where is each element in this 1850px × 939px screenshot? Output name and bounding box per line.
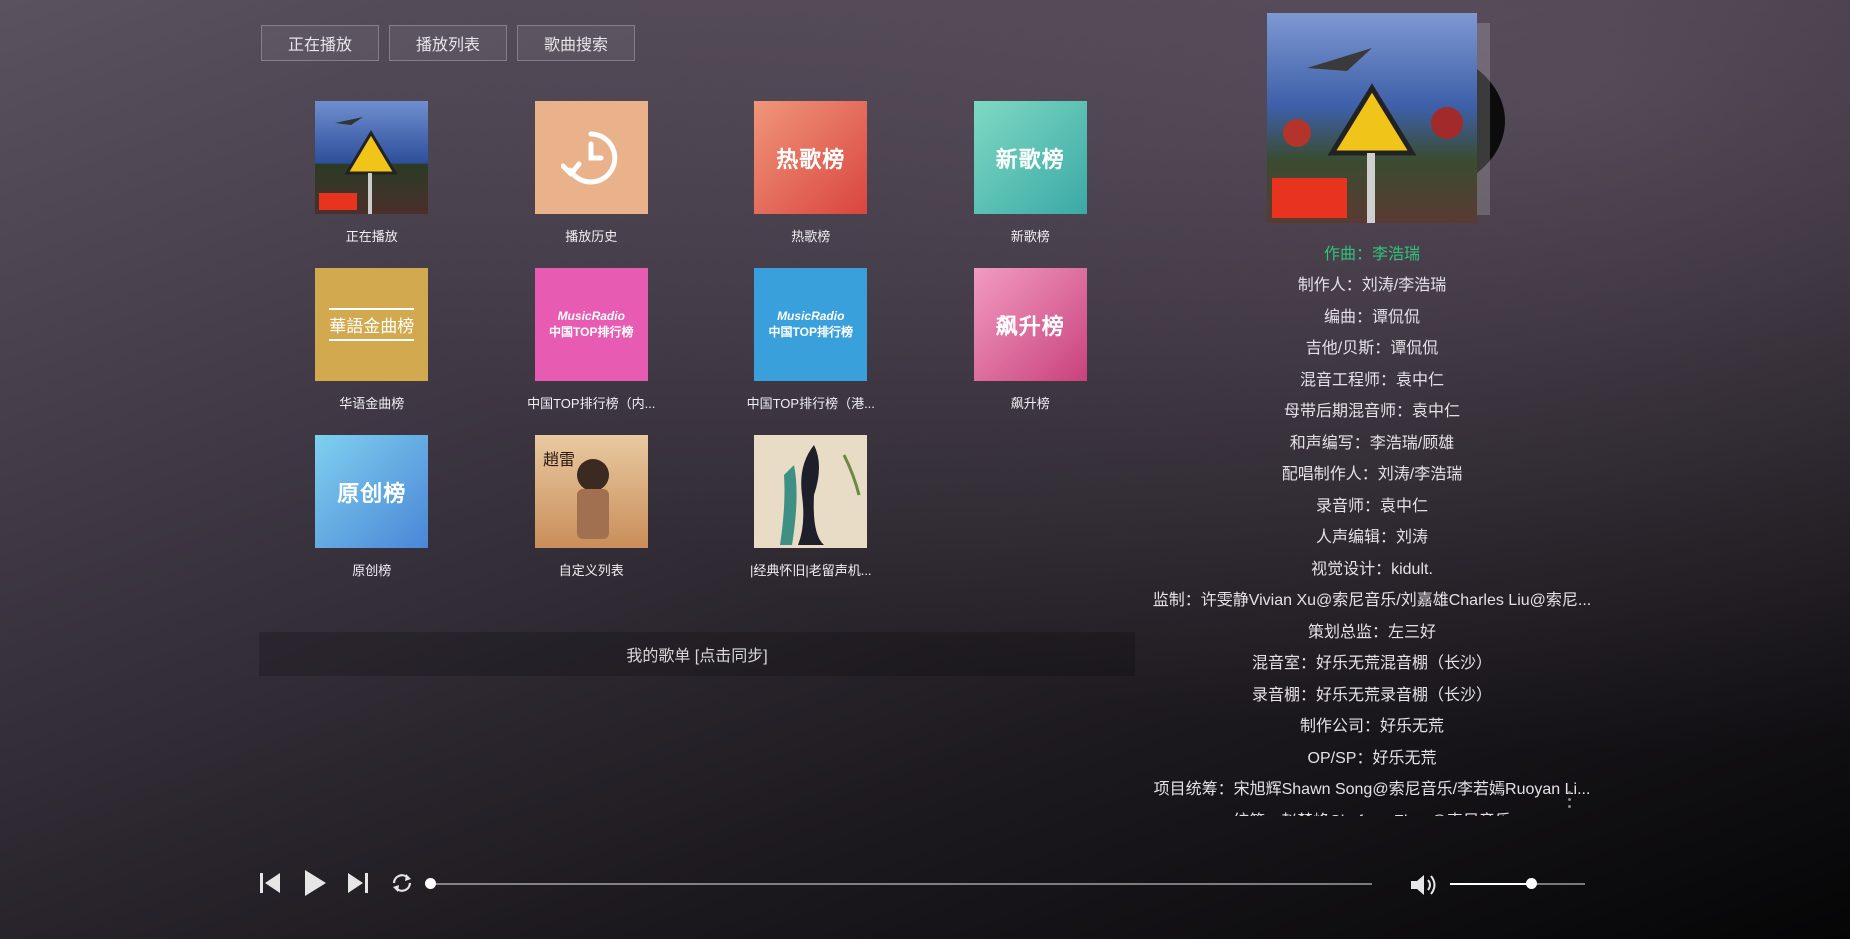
history-clock-icon <box>561 131 618 184</box>
playlist-card-chinese-golden[interactable]: 華語金曲榜 华语金曲榜 <box>262 268 482 411</box>
playlist-label: 热歌榜 <box>791 229 831 244</box>
playlist-card-china-top-mainland[interactable]: MusicRadio 中国TOP排行榜 中国TOP排行榜（内... <box>482 268 702 411</box>
repeat-button[interactable] <box>387 868 417 898</box>
progress-handle[interactable] <box>425 878 436 889</box>
playlist-card-china-top-hk[interactable]: MusicRadio 中国TOP排行榜 中国TOP排行榜（港... <box>701 268 921 411</box>
chart-cover-golden: 華語金曲榜 <box>315 268 429 381</box>
volume-slider[interactable] <box>1450 878 1585 889</box>
credit-line: 视觉设计：kidult. <box>1311 560 1433 578</box>
custom-list-cover: 趙雷 <box>534 435 648 548</box>
playlist-label: 原创榜 <box>352 563 392 578</box>
volume-button[interactable] <box>1408 870 1438 900</box>
play-icon <box>305 870 326 896</box>
credit-line: 统筹：赵楚峰Chufeng Zhao@索尼音乐 <box>1150 803 1594 816</box>
credit-line-active: 作曲：李浩瑞 <box>1323 245 1420 263</box>
credit-line: 录音棚：好乐无荒录音棚（长沙） <box>1251 686 1492 704</box>
playlist-label: 播放历史 <box>565 229 618 244</box>
album-cover-now-playing <box>315 101 429 214</box>
credit-line: 制作公司：好乐无荒 <box>1299 718 1444 736</box>
song-credits[interactable]: 作曲：李浩瑞 制作人：刘涛/李浩瑞 编曲：谭侃侃 吉他/贝斯：谭侃侃 混音工程师… <box>1150 236 1594 816</box>
next-button[interactable] <box>343 868 373 898</box>
chart-cover-china-top-mainland: MusicRadio 中国TOP排行榜 <box>534 268 648 381</box>
playlist-card-new[interactable]: 新歌榜 新歌榜 <box>921 101 1141 244</box>
chart-cover-rising: 飙升榜 <box>973 268 1087 381</box>
playlist-label: 新歌榜 <box>1010 229 1050 244</box>
play-button[interactable] <box>299 868 329 898</box>
credit-line: 吉他/贝斯：谭侃侃 <box>1305 340 1439 358</box>
playlist-card-rising[interactable]: 飙升榜 飙升榜 <box>921 268 1141 411</box>
playlist-card-hot[interactable]: 热歌榜 热歌榜 <box>701 101 921 244</box>
credit-line: 混音室：好乐无荒混音棚（长沙） <box>1251 655 1492 673</box>
scroll-handle-icon[interactable] <box>1568 791 1572 813</box>
classic-cover <box>754 435 868 548</box>
playlist-label: 自定义列表 <box>558 563 624 578</box>
volume-fill <box>1450 883 1531 885</box>
credit-line: OP/SP：好乐无荒 <box>1307 749 1437 767</box>
credit-line: 人声编辑：刘涛 <box>1315 529 1428 547</box>
credit-line: 配唱制作人：刘涛/李浩瑞 <box>1281 466 1463 484</box>
top-tabs: 正在播放 播放列表 歌曲搜索 <box>261 25 635 61</box>
playlist-label: |经典怀旧|老留声机... <box>749 563 872 578</box>
playlist-label: 飙升榜 <box>1010 396 1050 411</box>
chart-cover-new: 新歌榜 <box>973 101 1087 214</box>
history-cover <box>534 101 648 214</box>
chart-cover-china-top-hk: MusicRadio 中国TOP排行榜 <box>754 268 868 381</box>
volume-icon <box>1411 875 1436 895</box>
progress-bar[interactable] <box>425 878 1372 889</box>
credit-line: 策划总监：左三好 <box>1307 623 1436 641</box>
chart-cover-hot: 热歌榜 <box>754 101 868 214</box>
credit-line: 项目统筹：宋旭辉Shawn Song@索尼音乐/李若嫣Ruoyan Li... <box>1153 781 1591 799</box>
playlist-card-now-playing[interactable]: 正在播放 <box>262 101 482 244</box>
my-playlists-sync-button[interactable]: 我的歌单 [点击同步] <box>259 632 1135 676</box>
playlist-label: 中国TOP排行榜（港... <box>746 396 875 411</box>
current-album-art <box>1267 13 1477 223</box>
credit-line: 和声编写：李浩瑞/顾雄 <box>1289 434 1455 452</box>
playlist-card-original[interactable]: 原创榜 原创榜 <box>262 435 482 578</box>
skip-next-icon <box>348 873 368 893</box>
playlist-card-custom[interactable]: 趙雷 自定义列表 <box>482 435 702 578</box>
credit-line: 制作人：刘涛/李浩瑞 <box>1297 277 1447 295</box>
svg-text:趙雷: 趙雷 <box>543 450 575 469</box>
chart-cover-original: 原创榜 <box>315 435 429 548</box>
playlist-label: 正在播放 <box>345 229 398 244</box>
playlist-card-classic-nostalgia[interactable]: |经典怀旧|老留声机... <box>701 435 921 578</box>
credit-line: 编曲：谭侃侃 <box>1323 308 1420 326</box>
credit-line: 监制：许雯静Vivian Xu@索尼音乐/刘嘉雄Charles Liu@索尼..… <box>1152 592 1592 610</box>
repeat-icon <box>392 874 412 892</box>
playlist-label: 中国TOP排行榜（内... <box>527 396 656 411</box>
tab-playlist[interactable]: 播放列表 <box>389 25 507 61</box>
playlist-label: 华语金曲榜 <box>339 396 405 411</box>
credit-line: 录音师：袁中仁 <box>1315 497 1428 515</box>
volume-handle[interactable] <box>1526 878 1537 889</box>
skip-previous-icon <box>260 873 280 893</box>
playback-controls <box>255 868 417 898</box>
playlist-grid: 正在播放 播放历史 热歌榜 热歌榜 新歌榜 新歌榜 華語金曲榜 华语金曲榜 Mu… <box>262 101 1142 578</box>
credit-line: 母带后期混音师：袁中仁 <box>1283 403 1460 421</box>
playlist-card-history[interactable]: 播放历史 <box>482 101 702 244</box>
tab-song-search[interactable]: 歌曲搜索 <box>517 25 635 61</box>
tab-now-playing[interactable]: 正在播放 <box>261 25 379 61</box>
credit-line: 混音工程师：袁中仁 <box>1299 371 1444 389</box>
previous-button[interactable] <box>255 868 285 898</box>
